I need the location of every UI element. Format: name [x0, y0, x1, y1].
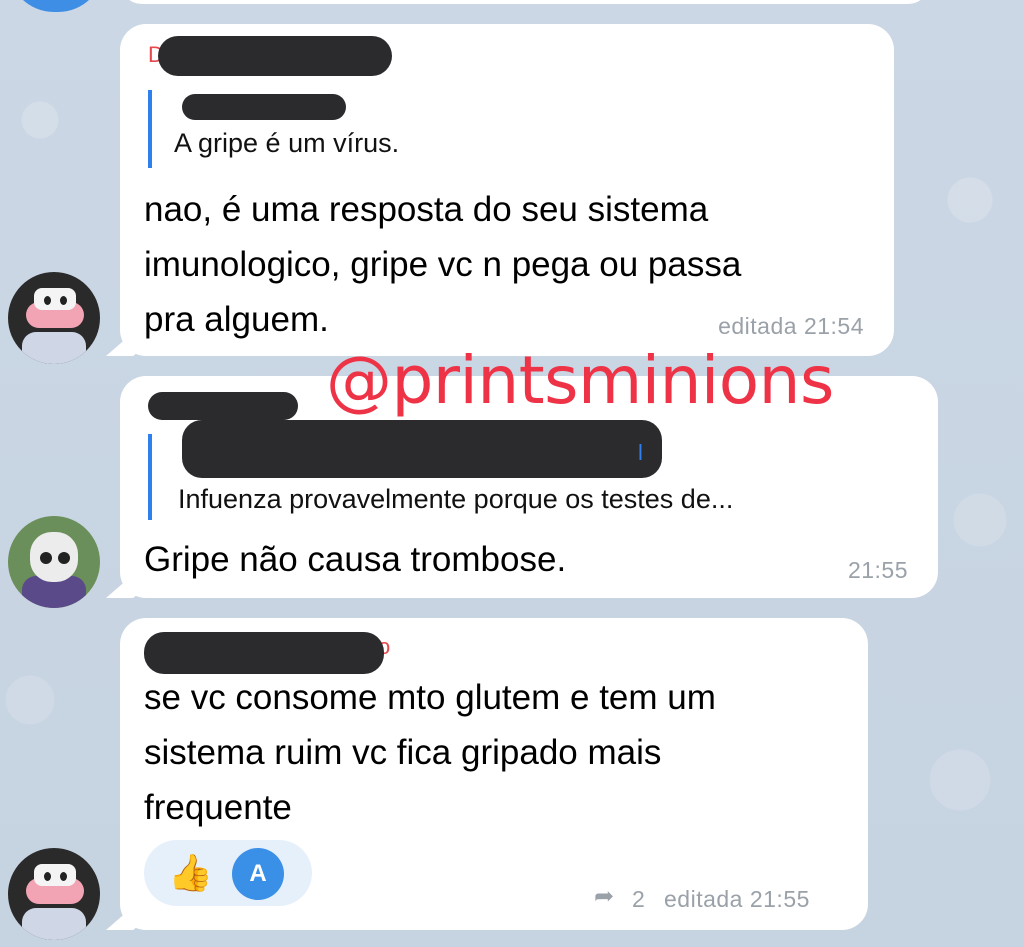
previous-message-bubble-edge: [120, 0, 930, 4]
redacted-quoted-name: [182, 94, 346, 120]
message-text: se vc consome mto glutem e tem um sistem…: [144, 670, 716, 835]
reply-quote[interactable]: l Infuenza provavelmente porque os teste…: [148, 420, 733, 520]
message-line: frequente: [144, 788, 292, 827]
reply-quote[interactable]: A gripe é um vírus.: [148, 90, 399, 168]
quote-text: Infuenza provavelmente porque os testes …: [178, 484, 734, 514]
redacted-sender-name: [158, 36, 392, 76]
reactor-avatar[interactable]: A: [232, 848, 284, 900]
reply-icon[interactable]: ➦: [594, 882, 614, 911]
message-line: sistema ruim vc fica gripado mais: [144, 733, 662, 772]
message-line: pra alguem.: [144, 300, 329, 339]
message-text: nao, é uma resposta do seu sistema imuno…: [144, 182, 741, 347]
avatar-cow[interactable]: [8, 848, 100, 940]
reactions-bar[interactable]: 👍 A: [144, 840, 312, 906]
message-line: se vc consome mto glutem e tem um: [144, 678, 716, 717]
message-bubble-1[interactable]: D A gripe é um vírus. nao, é uma respost…: [106, 24, 894, 356]
watermark: @printsminions: [326, 342, 834, 419]
redacted-sender-name: [148, 392, 298, 420]
quote-text: A gripe é um vírus.: [174, 128, 400, 158]
thumbs-up-reaction[interactable]: 👍: [168, 852, 213, 894]
message-line: nao, é uma resposta do seu sistema: [144, 190, 709, 229]
message-bubble-3[interactable]: o se vc consome mto glutem e tem um sist…: [106, 618, 868, 930]
message-line: imunologico, gripe vc n pega ou passa: [144, 245, 742, 284]
quoted-name-fragment: l: [638, 440, 643, 465]
avatar-cow[interactable]: [8, 272, 100, 364]
redacted-sender-name: [144, 632, 384, 674]
message-meta: editada 21:55: [664, 886, 810, 912]
avatar-skull[interactable]: [8, 516, 100, 608]
message-meta: editada 21:54: [718, 313, 864, 339]
message-line: Gripe não causa trombose.: [144, 540, 567, 579]
reply-count[interactable]: 2: [632, 886, 645, 913]
redacted-quoted-name: [182, 420, 662, 478]
message-text: Gripe não causa trombose.: [144, 532, 566, 587]
message-meta: 21:55: [847, 557, 908, 583]
